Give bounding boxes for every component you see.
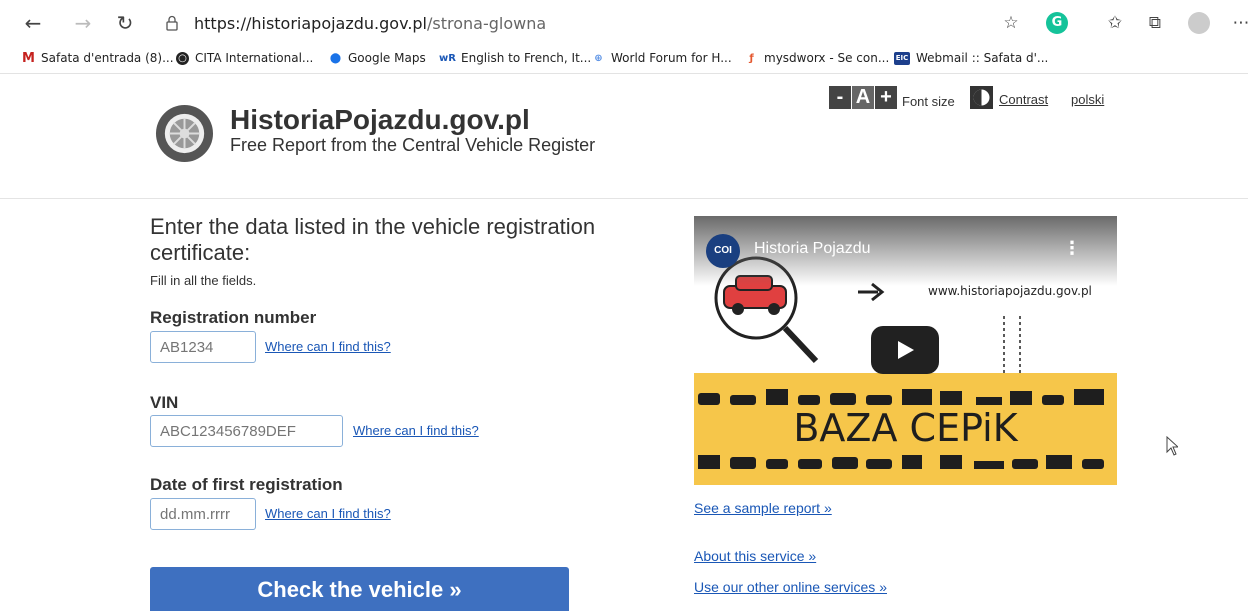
bookmark-cita[interactable]: ○ CITA International... [176, 51, 313, 65]
form-heading: Enter the data listed in the vehicle reg… [150, 214, 596, 265]
site-title: HistoriaPojazdu.gov.pl [230, 104, 530, 135]
bookmark-label: mysdworx - Se con... [764, 51, 890, 65]
eic-icon: EIC [894, 51, 910, 65]
cita-icon: ○ [176, 51, 189, 65]
video-banner-text: BAZA CEPiK [793, 406, 1018, 450]
bookmark-google-maps[interactable]: ⬤ Google Maps [329, 51, 426, 65]
sdworx-icon: ƒ [749, 52, 754, 64]
bookmark-label: Webmail :: Safata d'... [916, 51, 1049, 65]
channel-logo[interactable]: COI [706, 234, 740, 268]
check-vehicle-button[interactable]: Check the vehicle » [150, 567, 569, 611]
vin-help-link[interactable]: Where can I find this? [353, 423, 479, 438]
contrast-link[interactable]: Contrast [999, 92, 1048, 107]
favorites-add-icon[interactable]: ☆ [1000, 12, 1022, 34]
bookmark-label: English to French, It... [461, 51, 592, 65]
un-icon: ⊕ [594, 52, 603, 64]
contrast-icon[interactable] [970, 86, 993, 109]
language-link[interactable]: polski [1071, 92, 1104, 107]
about-service-link[interactable]: About this service » [694, 548, 816, 564]
bookmark-gmail[interactable]: M Safata d'entrada (8)... [22, 51, 174, 65]
google-maps-icon: ⬤ [329, 52, 342, 64]
font-default-button[interactable]: A [852, 86, 874, 109]
more-menu-icon[interactable]: ⋯ [1230, 12, 1248, 34]
grammarly-icon[interactable]: G [1046, 12, 1068, 34]
date-help-link[interactable]: Where can I find this? [265, 506, 391, 521]
collections-icon[interactable]: ⧉ [1144, 12, 1166, 34]
bookmark-label: Safata d'entrada (8)... [41, 51, 174, 65]
lock-icon [166, 15, 178, 31]
bookmark-label: Google Maps [348, 51, 426, 65]
site-subtitle: Free Report from the Central Vehicle Reg… [230, 135, 596, 155]
bookmark-wordreference[interactable]: wR English to French, It... [439, 51, 591, 65]
font-size-controls: - A + Font size [829, 86, 955, 109]
bookmark-world-forum[interactable]: ⊕ World Forum for H... [592, 51, 732, 65]
forward-icon[interactable]: → [70, 10, 96, 36]
other-services-link[interactable]: Use our other online services » [694, 579, 887, 595]
font-size-label: Font size [902, 94, 955, 109]
date-label: Date of first registration [150, 475, 343, 494]
registration-label: Registration number [150, 308, 317, 327]
gmail-icon: M [22, 50, 35, 66]
video-title[interactable]: Historia Pojazdu [754, 240, 871, 258]
video-player[interactable]: COI Historia Pojazdu ⋮ www.historiapojaz… [694, 216, 1117, 485]
bookmarks-bar: M Safata d'entrada (8)... ○ CITA Internati… [0, 46, 1248, 74]
font-decrease-button[interactable]: - [829, 86, 851, 109]
registration-number-input[interactable] [150, 331, 256, 363]
video-url-text: www.historiapojazdu.gov.pl [928, 284, 1092, 298]
url-host: https://historiapojazdu.gov.pl [194, 14, 427, 33]
url-path: /strona-glowna [427, 14, 547, 33]
browser-toolbar: ← → ↻ https://historiapojazdu.gov.pl/str… [0, 0, 1248, 46]
first-registration-date-input[interactable] [150, 498, 256, 530]
reload-icon[interactable]: ↻ [112, 10, 138, 36]
video-menu-icon[interactable]: ⋮ [1063, 238, 1081, 259]
header-divider [0, 198, 1248, 199]
vin-label: VIN [150, 393, 179, 412]
wheel-logo-icon [155, 104, 214, 163]
back-icon[interactable]: ← [20, 10, 46, 36]
play-button[interactable] [871, 326, 939, 374]
bookmark-label: World Forum for H... [611, 51, 732, 65]
wordreference-icon: wR [439, 52, 456, 64]
bookmark-sdworx[interactable]: ƒ mysdworx - Se con... [745, 51, 889, 65]
address-bar[interactable]: https://historiapojazdu.gov.pl/strona-gl… [148, 11, 1018, 36]
url-text: https://historiapojazdu.gov.pl/strona-gl… [194, 14, 546, 33]
sample-report-link[interactable]: See a sample report » [694, 500, 832, 516]
vin-input[interactable] [150, 415, 343, 447]
registration-help-link[interactable]: Where can I find this? [265, 339, 391, 354]
bookmark-label: CITA International... [195, 51, 314, 65]
font-increase-button[interactable]: + [875, 86, 897, 109]
profile-avatar[interactable] [1188, 12, 1210, 34]
form-hint: Fill in all the fields. [150, 273, 257, 288]
mouse-cursor-icon [1166, 436, 1178, 456]
bookmark-webmail[interactable]: EIC Webmail :: Safata d'... [894, 51, 1048, 65]
favorites-icon[interactable]: ✩ [1104, 12, 1126, 34]
